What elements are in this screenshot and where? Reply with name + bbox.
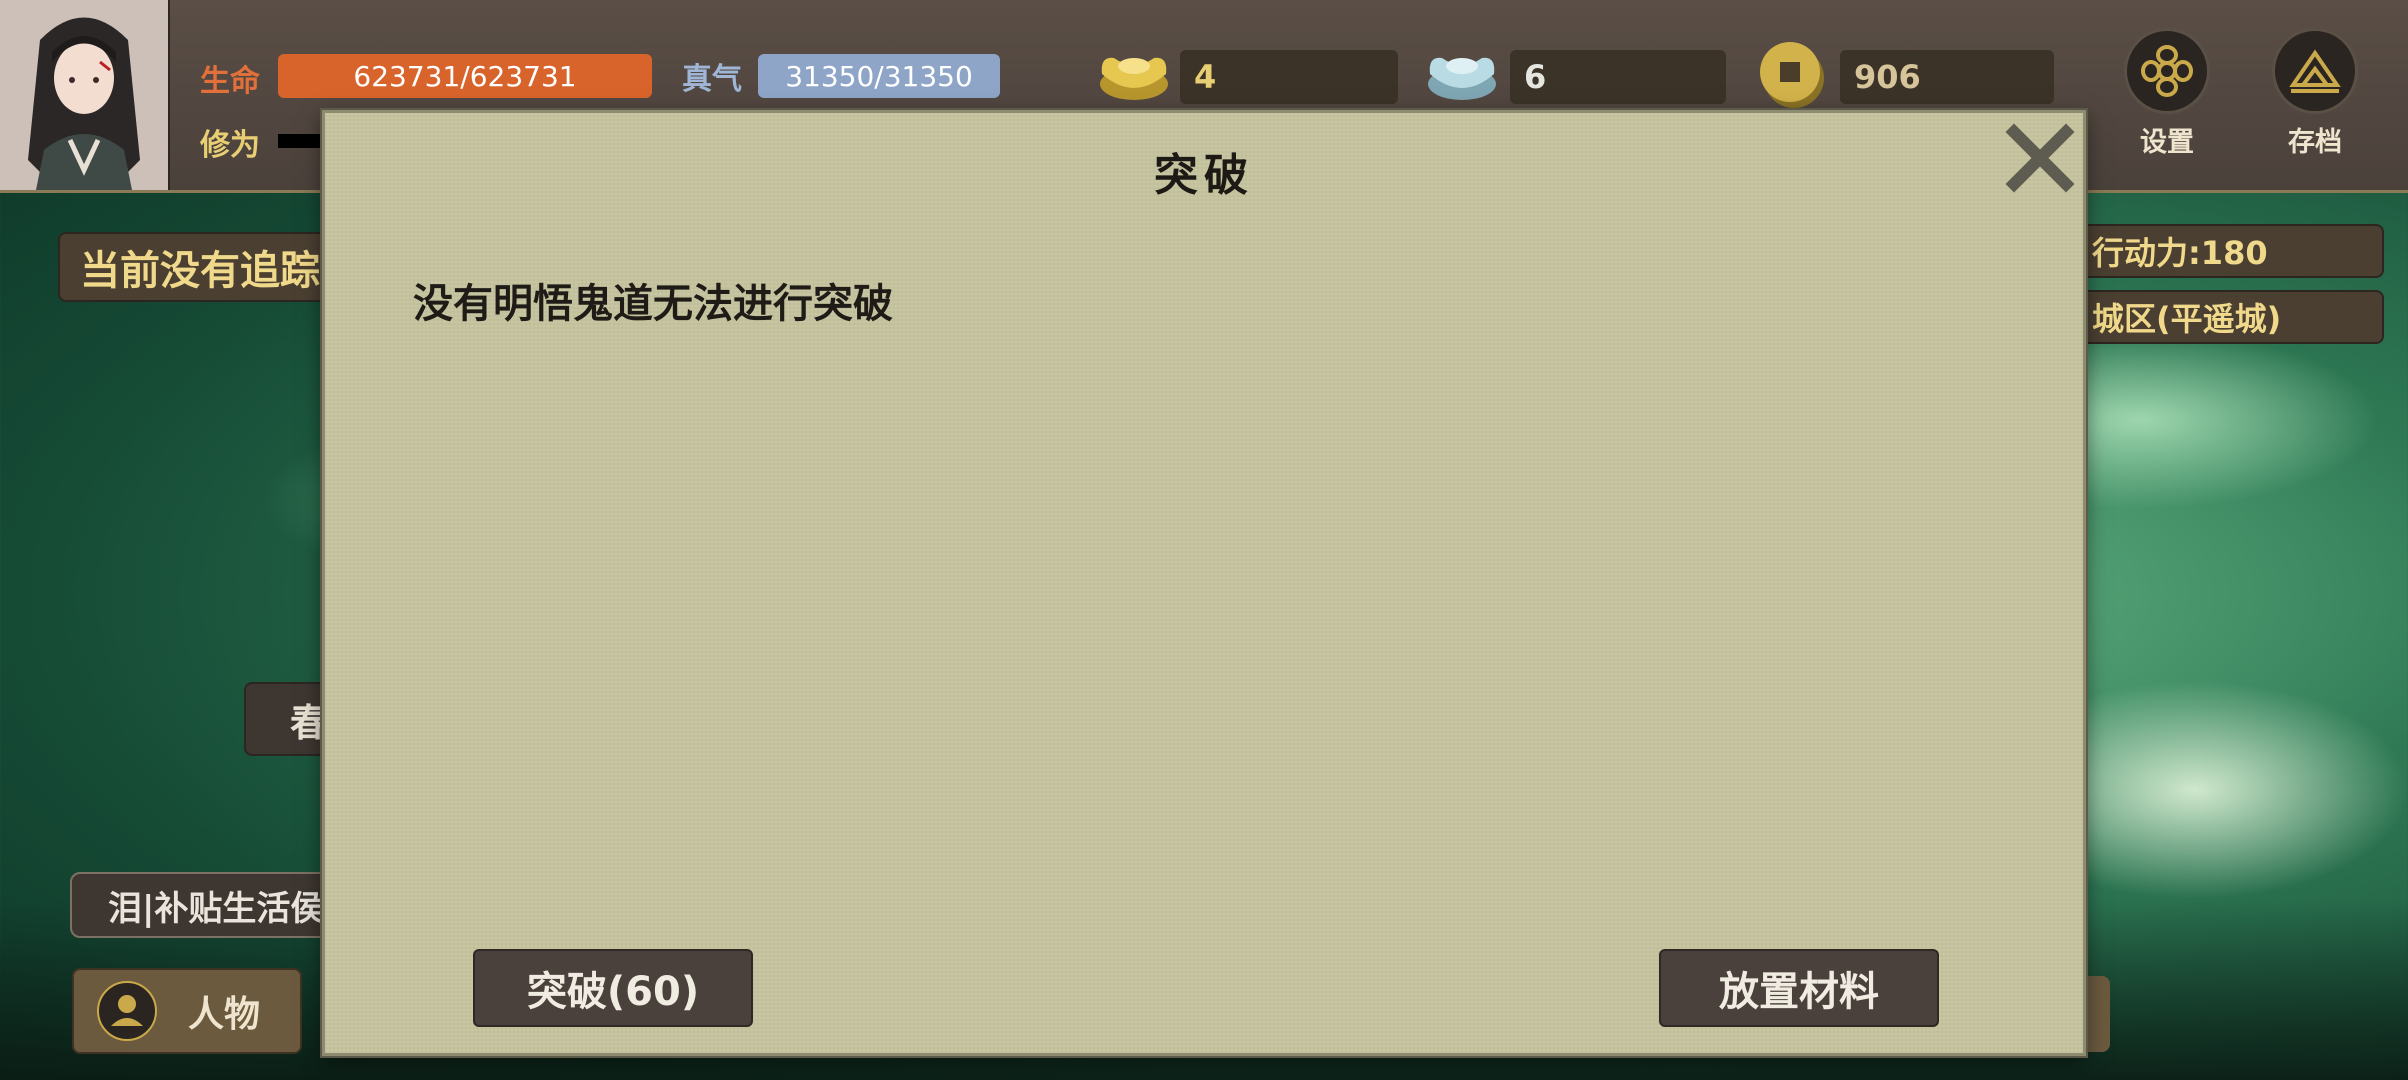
copper-count: 906 xyxy=(1840,50,2054,104)
hp-label: 生命 xyxy=(200,64,260,99)
settings-button[interactable]: 设置 xyxy=(2122,28,2212,159)
silver-count: 6 xyxy=(1510,50,1726,104)
gold-ingot-icon xyxy=(1100,57,1168,100)
character-portrait-icon xyxy=(0,0,168,190)
settings-label: 设置 xyxy=(2140,127,2194,158)
save-label: 存档 xyxy=(2288,127,2342,158)
breakthrough-dialog: 突破 没有明悟鬼道无法进行突破 突破(60) 放置材料 xyxy=(322,110,2086,1056)
save-button[interactable]: 存档 xyxy=(2270,28,2360,159)
character-label: 人物 xyxy=(188,994,261,1035)
gold-count: 4 xyxy=(1180,50,1398,104)
qi-label: 真气 xyxy=(682,62,742,97)
character-button[interactable]: 人物 xyxy=(72,968,302,1054)
player-avatar[interactable] xyxy=(0,0,170,190)
silver-ingot-icon xyxy=(1428,57,1496,100)
place-material-button[interactable]: 放置材料 xyxy=(1659,949,1939,1027)
settings-flower-icon xyxy=(2141,45,2193,97)
location-display[interactable]: 城区(平遥城) xyxy=(2060,290,2384,344)
cultivation-label: 修为 xyxy=(200,128,260,163)
stamina-display: 行动力:180 xyxy=(2060,224,2384,278)
close-icon[interactable] xyxy=(2000,118,2080,198)
qi-bar: 31350/31350 xyxy=(758,54,1000,98)
copper-coin-icon xyxy=(1760,42,1824,108)
cultivation-bar xyxy=(278,134,322,148)
breakthrough-button[interactable]: 突破(60) xyxy=(473,949,753,1027)
subsidy-notice[interactable]: 泪|补贴生活侯 xyxy=(70,872,360,938)
person-icon xyxy=(97,981,157,1041)
hp-bar: 623731/623731 xyxy=(278,54,652,98)
dialog-title: 突破 xyxy=(1154,150,1254,201)
dialog-message: 没有明悟鬼道无法进行突破 xyxy=(413,281,893,327)
save-mountain-icon xyxy=(2289,49,2341,93)
quest-tracker[interactable]: 当前没有追踪 xyxy=(58,232,358,302)
